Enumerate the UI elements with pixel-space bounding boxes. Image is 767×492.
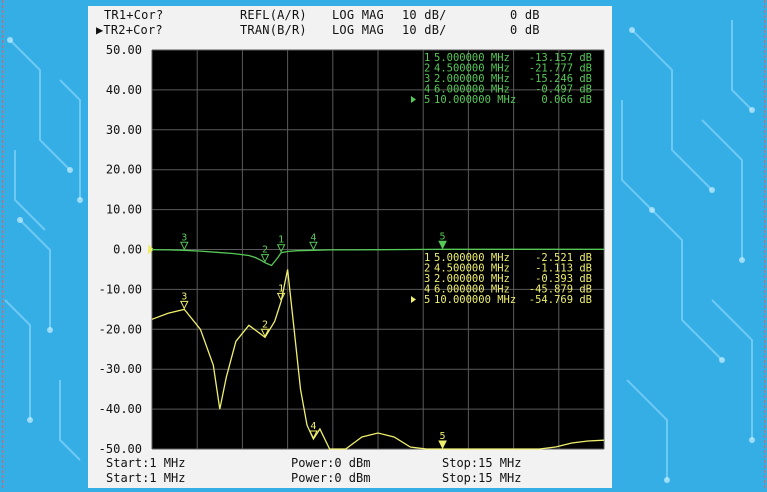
y-tick-label: -20.00	[99, 322, 142, 336]
y-tick-label: 10.00	[106, 203, 142, 217]
sparameter-chart: 50.00 40.00 30.00 20.00 10.00 0.00 -10.00 -20.0…	[99, 43, 605, 456]
marker-readout-id: 5	[424, 294, 430, 306]
y-tick-label: -50.00	[99, 442, 142, 456]
marker-number: 5	[440, 231, 446, 242]
marker-number: 3	[181, 232, 187, 243]
y-tick-label: 30.00	[106, 123, 142, 137]
marker-number: 3	[181, 291, 187, 302]
marker-number: 1	[278, 283, 284, 294]
marker-readout-frequency: 10.000000 MHz	[434, 94, 516, 106]
y-tick-label: 20.00	[106, 163, 142, 177]
marker-number: 4	[310, 232, 316, 243]
marker-readout-frequency: 10.000000 MHz	[434, 294, 516, 306]
marker-number: 2	[262, 319, 268, 330]
marker-number: 1	[278, 235, 284, 246]
y-tick-label: -30.00	[99, 362, 142, 376]
y-tick-label: -40.00	[99, 402, 142, 416]
marker-readout-value: -54.769 dB	[529, 294, 592, 306]
y-tick-label: 50.00	[106, 43, 142, 57]
marker-number: 5	[440, 431, 446, 442]
y-tick-label: 40.00	[106, 83, 142, 97]
marker-number: 4	[310, 421, 316, 432]
y-tick-label: -10.00	[99, 282, 142, 296]
marker-number: 2	[262, 245, 268, 256]
marker-readout-id: 5	[424, 94, 430, 106]
y-tick-label: 0.00	[113, 243, 142, 257]
marker-readout-value: 0.066 dB	[541, 94, 592, 106]
